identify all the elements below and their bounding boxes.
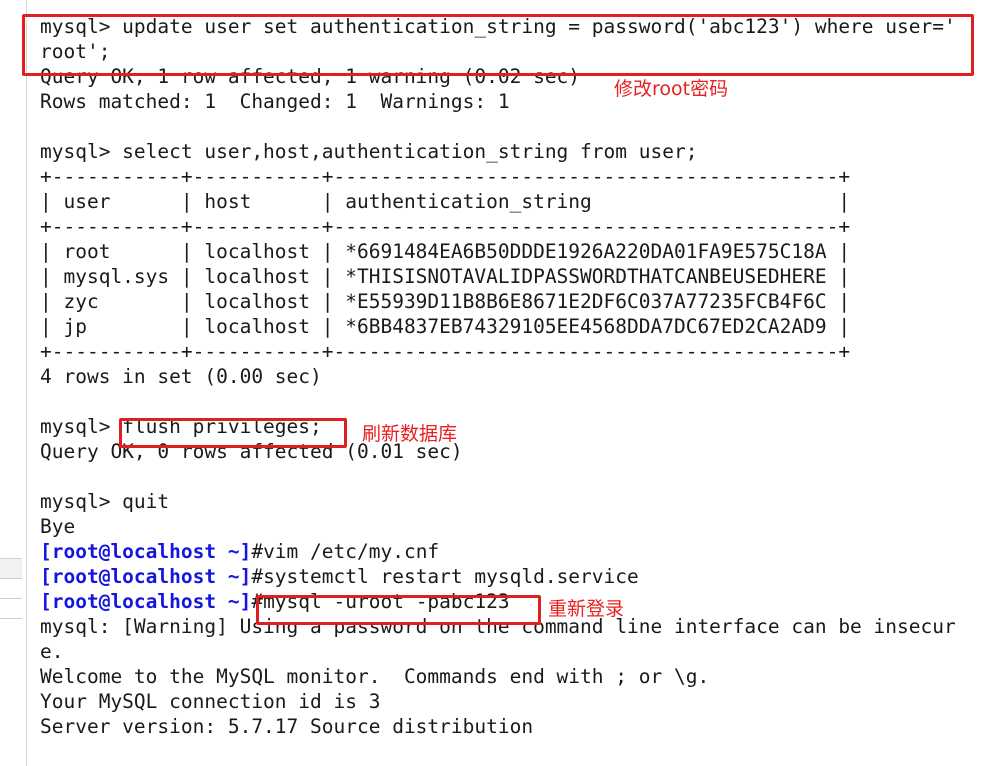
row-count-text: 4 rows in set (0.00 sec) (40, 365, 322, 388)
terminal-transcript: mysql> update user set authentication_st… (28, 0, 981, 766)
terminal-line: mysql: [Warning] Using a password on the… (40, 615, 956, 638)
terminal-line: Bye (40, 515, 76, 538)
terminal-line: mysql> flush privileges; (40, 415, 322, 438)
shell-prompt: [root@localhost ~] (40, 565, 252, 588)
annotation-refresh-database: 刷新数据库 (362, 423, 458, 445)
terminal-line: root'; (40, 40, 111, 63)
terminal-line: mysql> quit (40, 490, 170, 513)
gutter-rule (0, 598, 22, 599)
annotation-modify-root-password: 修改root密码 (614, 78, 729, 100)
terminal-line-shell: [root@localhost ~]#vim /etc/my.cnf (40, 539, 981, 564)
terminal-line: Rows matched: 1 Changed: 1 Warnings: 1 (40, 90, 510, 113)
table-border-bottom: +-----------+-----------+---------------… (40, 340, 851, 363)
gutter-band (0, 559, 22, 578)
table-border-mid: +-----------+-----------+---------------… (40, 215, 851, 238)
gutter-rule (0, 578, 22, 579)
terminal-line: Welcome to the MySQL monitor. Commands e… (40, 665, 710, 688)
table-border-top: +-----------+-----------+---------------… (40, 165, 851, 188)
terminal-line-shell: [root@localhost ~]#mysql -uroot -pabc123 (40, 589, 981, 614)
table-row: | root | localhost | *6691484EA6B50DDDE1… (40, 240, 851, 263)
terminal-line: Server version: 5.7.17 Source distributi… (40, 715, 534, 738)
terminal-line: e. (40, 640, 64, 663)
terminal-line-shell: [root@localhost ~]#systemctl restart mys… (40, 564, 981, 589)
terminal-line: Query OK, 0 rows affected (0.01 sec) (40, 440, 463, 463)
shell-prompt: [root@localhost ~] (40, 540, 252, 563)
terminal-line: Query OK, 1 row affected, 1 warning (0.0… (40, 65, 581, 88)
shell-prompt: [root@localhost ~] (40, 590, 252, 613)
annotation-relogin: 重新登录 (548, 598, 625, 620)
gutter-rule (0, 618, 22, 619)
shell-command: #vim /etc/my.cnf (251, 540, 440, 563)
table-header-row: | user | host | authentication_string | (40, 190, 851, 213)
shell-command: #mysql -uroot -pabc123 (251, 590, 510, 613)
table-row: | jp | localhost | *6BB4837EB74329105EE4… (40, 315, 851, 338)
table-row: | zyc | localhost | *E55939D11B8B6E8671E… (40, 290, 851, 313)
left-gutter (0, 0, 27, 766)
shell-command: #systemctl restart mysqld.service (251, 565, 639, 588)
terminal-line: mysql> update user set authentication_st… (40, 15, 956, 38)
terminal-line: Your MySQL connection id is 3 (40, 690, 381, 713)
table-row: | mysql.sys | localhost | *THISISNOTAVAL… (40, 265, 851, 288)
terminal-line: mysql> select user,host,authentication_s… (40, 140, 698, 163)
gutter-rule (0, 558, 22, 559)
